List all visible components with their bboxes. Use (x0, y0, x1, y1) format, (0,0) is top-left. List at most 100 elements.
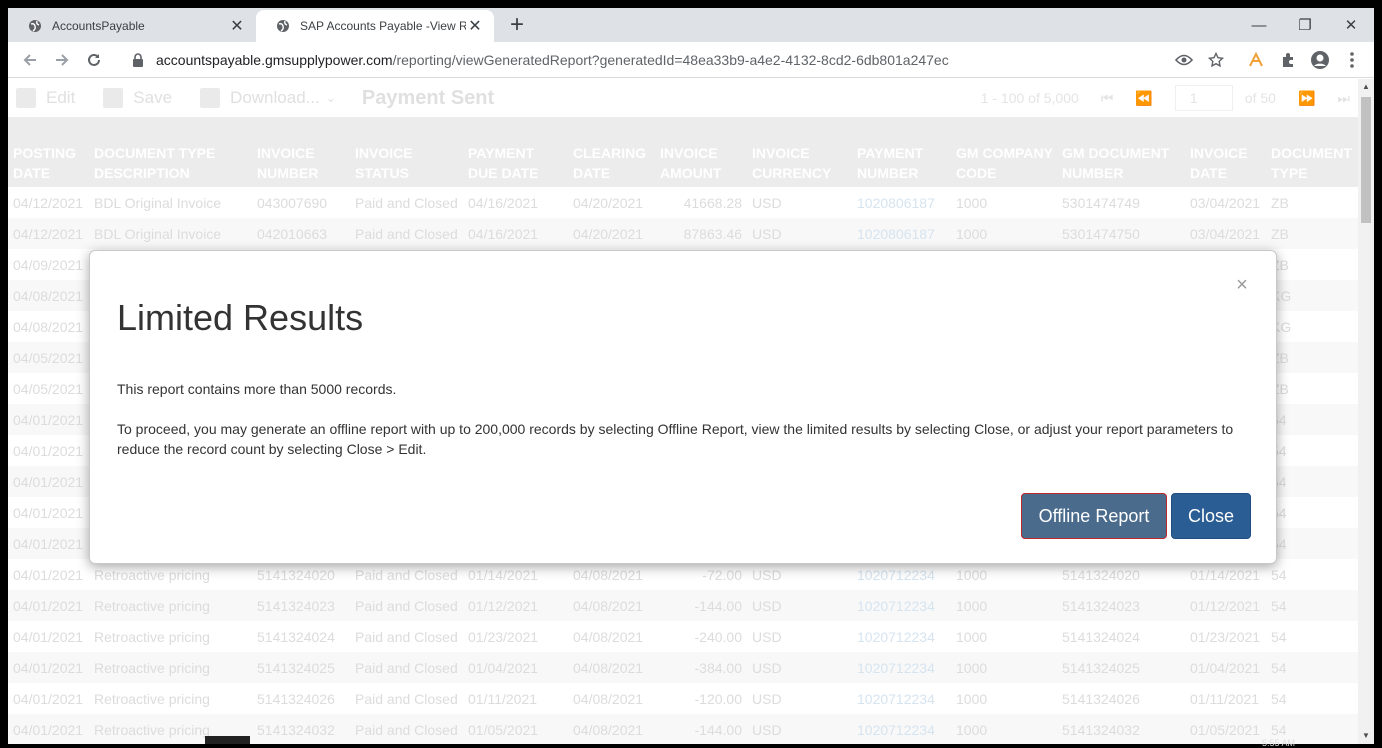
table-cell: 01/05/2021 (463, 714, 568, 744)
column-header[interactable]: GM COMPANY CODE (951, 117, 1057, 187)
table-cell: BDL Original Invoice (89, 218, 252, 249)
table-cell: ZB (1271, 256, 1289, 273)
next-page-icon[interactable]: ⏩ (1298, 90, 1315, 107)
edit-button[interactable]: Edit (16, 88, 75, 108)
offline-report-button[interactable]: Offline Report (1021, 493, 1167, 539)
column-header[interactable]: INVOICE STATUS (350, 117, 463, 187)
table-cell: 1000 (951, 714, 1057, 744)
column-header[interactable]: INVOICE AMOUNT (655, 117, 747, 187)
close-tab-icon[interactable]: ✕ (228, 16, 246, 36)
column-header[interactable]: INVOICE DATE (1185, 117, 1266, 187)
back-arrow-icon[interactable] (18, 48, 42, 72)
close-icon[interactable]: × (1232, 275, 1252, 295)
browser-window: AccountsPayable ✕ SAP Accounts Payable -… (8, 8, 1374, 744)
table-cell: USD (747, 218, 852, 249)
table-cell: 04/01/2021 (8, 466, 89, 497)
table-cell: 87863.46 (655, 218, 747, 249)
table-cell: 04/08/2021 (573, 690, 644, 707)
profile-avatar-icon[interactable] (1308, 48, 1332, 72)
save-button[interactable]: Save (103, 88, 172, 108)
table-cell: 01/12/2021 (463, 590, 568, 621)
minimize-button[interactable]: — (1236, 8, 1282, 42)
tab-accountspayable[interactable]: AccountsPayable ✕ (8, 10, 256, 42)
payment-number-link[interactable]: 1020806187 (852, 187, 951, 218)
table-cell: -120.00 (694, 690, 742, 707)
tab-sap-accounts-payable[interactable]: SAP Accounts Payable -View Rep ✕ (256, 10, 494, 42)
limited-results-dialog: × Limited Results This report contains m… (89, 250, 1277, 564)
table-cell: -144.00 (655, 590, 747, 621)
table-cell: 1000 (956, 690, 988, 707)
acrobat-icon[interactable] (1244, 48, 1268, 72)
eye-icon[interactable] (1172, 48, 1196, 72)
prev-page-icon[interactable]: ⏪ (1135, 90, 1152, 107)
table-cell: 5141324026 (1062, 690, 1140, 707)
table-cell: 03/04/2021 (1190, 194, 1261, 211)
column-header[interactable]: PAYMENT DUE DATE (463, 117, 568, 187)
url-path: /reporting/viewGeneratedReport?generated… (392, 52, 949, 68)
payment-number-link[interactable]: 1020712234 (852, 652, 951, 683)
new-tab-button[interactable]: + (504, 12, 530, 38)
column-header[interactable]: PAYMENT NUMBER (852, 117, 951, 187)
table-cell: 04/01/2021 (13, 690, 84, 707)
column-header[interactable]: DOCUMENT TYPE (1266, 117, 1358, 187)
dialog-message-2: To proceed, you may generate an offline … (117, 421, 1234, 457)
table-cell: 01/04/2021 (463, 652, 568, 683)
first-page-icon[interactable]: ⏮ (1101, 90, 1114, 107)
forward-arrow-icon[interactable] (50, 48, 74, 72)
table-cell: 1000 (956, 194, 988, 211)
table-cell: 04/12/2021 (8, 218, 89, 249)
payment-number-link[interactable]: 1020806187 (852, 218, 951, 249)
scroll-down-icon[interactable]: ▼ (1358, 728, 1374, 744)
close-button[interactable]: Close (1171, 493, 1251, 539)
last-page-icon[interactable]: ⏭ (1337, 90, 1350, 107)
table-cell: 1000 (951, 218, 1057, 249)
column-header[interactable]: POSTING DATE (8, 117, 89, 187)
extensions-puzzle-icon[interactable] (1276, 48, 1300, 72)
star-icon[interactable] (1204, 48, 1228, 72)
restore-button[interactable]: ❐ (1282, 8, 1328, 42)
table-cell: 5141324032 (1057, 714, 1185, 744)
pager-range: 1 - 100 of 5,000 (980, 90, 1079, 106)
menu-kebab-icon[interactable] (1340, 48, 1364, 72)
column-header[interactable]: INVOICE NUMBER (252, 117, 350, 187)
table-cell: 5301474750 (1057, 218, 1185, 249)
table-row: 04/01/2021 Retroactive pricing 5141324023 P… (8, 590, 1358, 621)
taskbar-clock: 5:55 AM (1262, 738, 1296, 748)
close-tab-icon[interactable]: ✕ (466, 16, 484, 36)
column-header[interactable]: CLEARING DATE (568, 117, 655, 187)
column-header[interactable]: GM DOCUMENT NUMBER (1057, 117, 1185, 187)
table-cell: 04/01/2021 (13, 628, 84, 645)
download-dropdown[interactable]: Download... ⌄ (200, 88, 336, 108)
save-label: Save (133, 88, 173, 107)
table-header-row: POSTING DATE DOCUMENT TYPE DESCRIPTION INV… (8, 117, 1358, 187)
payment-number-link[interactable]: 1020712234 (852, 683, 951, 714)
page-number-input[interactable]: 1 (1174, 85, 1233, 111)
table-cell: Paid and Closed (350, 590, 463, 621)
column-header[interactable]: DOCUMENT TYPE DESCRIPTION (89, 117, 252, 187)
reload-icon[interactable] (82, 48, 106, 72)
payment-number-link[interactable]: 1020712234 (852, 590, 951, 621)
table-cell: ZB (1271, 194, 1289, 211)
table-cell: 04/20/2021 (573, 194, 644, 211)
table-cell: Paid and Closed (355, 194, 458, 211)
table-cell: Paid and Closed (350, 652, 463, 683)
table-cell: -144.00 (655, 714, 747, 744)
page-scrollbar[interactable]: ▲ ▼ (1358, 79, 1374, 744)
table-cell: USD (747, 652, 852, 683)
payment-number-link[interactable]: 1020712234 (852, 621, 951, 652)
address-bar[interactable]: accountspayable.gmsupplypower.com/report… (118, 45, 1234, 75)
table-cell: Retroactive pricing (94, 690, 210, 707)
column-header[interactable]: INVOICE CURRENCY (747, 117, 852, 187)
table-cell: KG (1271, 318, 1292, 335)
table-cell: 5301474749 (1062, 194, 1140, 211)
page-count: of 50 (1244, 90, 1276, 106)
download-icon (200, 88, 221, 108)
window-close-button[interactable]: ✕ (1328, 8, 1374, 42)
tab-title: SAP Accounts Payable -View Rep (300, 19, 466, 33)
payment-number-link[interactable]: 1020712234 (852, 714, 951, 744)
table-cell: 043007690 (257, 194, 328, 211)
table-cell: 5141324024 (257, 628, 335, 645)
table-cell: 54 (1266, 528, 1358, 559)
scroll-thumb[interactable] (1361, 97, 1371, 223)
scroll-up-icon[interactable]: ▲ (1358, 79, 1374, 95)
